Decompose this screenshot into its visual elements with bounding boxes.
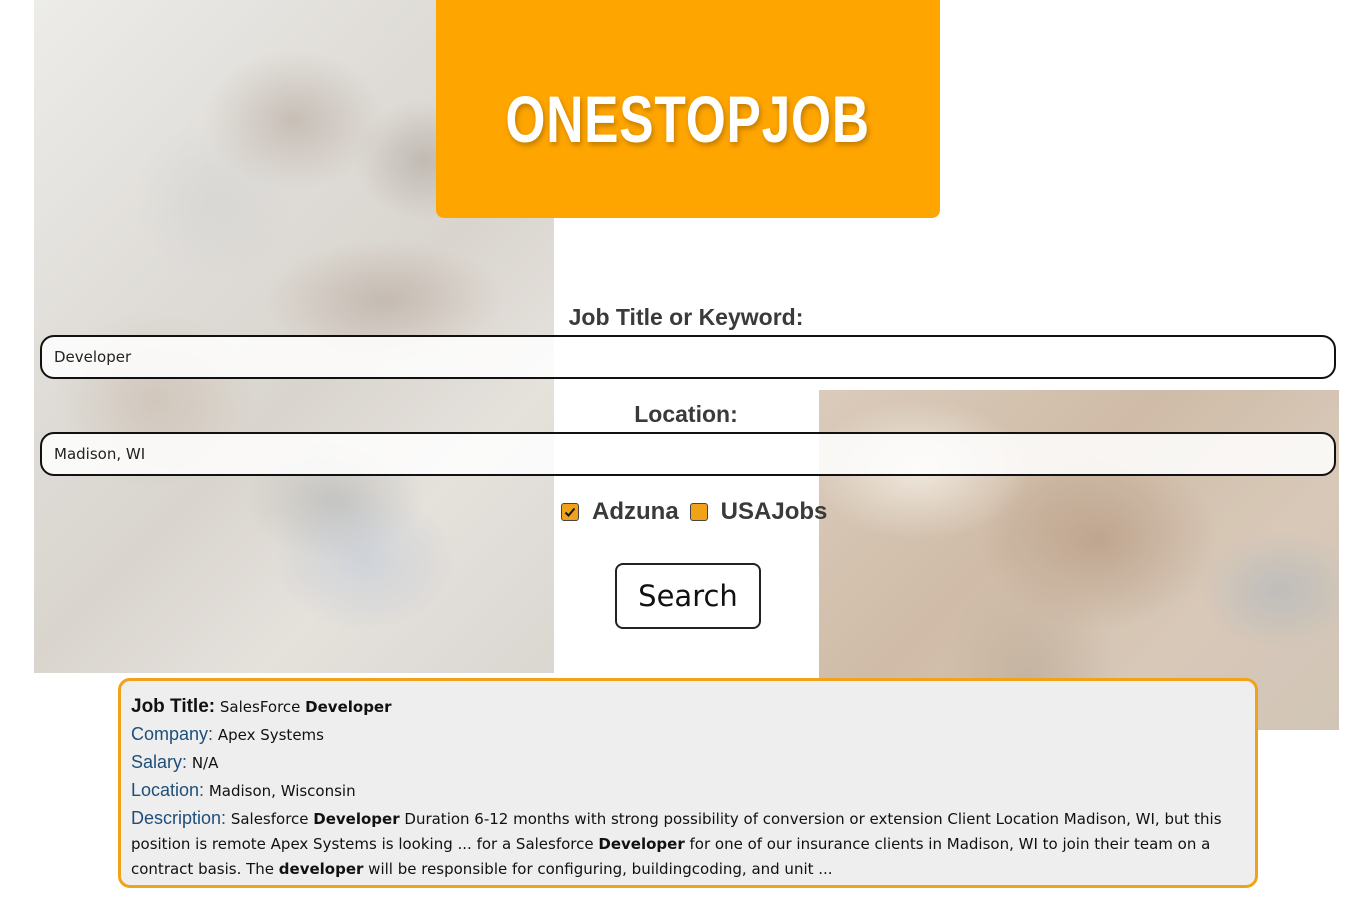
description-row: Description: Salesforce Developer Durati…: [131, 806, 1245, 882]
source-options: Adzuna USAJobs: [561, 498, 838, 526]
adzuna-label[interactable]: Adzuna: [592, 498, 679, 526]
search-button[interactable]: Search: [615, 563, 761, 629]
description-text: will be responsible for configuring, bui…: [363, 860, 833, 878]
job-title-row: Job Title: SalesForce Developer: [131, 695, 1245, 719]
description-key: Description:: [131, 808, 227, 828]
adzuna-checkbox[interactable]: [561, 503, 579, 521]
company-key: Company:: [131, 724, 214, 744]
job-title-text: SalesForce: [219, 698, 306, 716]
description-text: Salesforce: [226, 810, 314, 828]
salary-key: Salary:: [131, 752, 188, 772]
usajobs-checkbox[interactable]: [689, 503, 708, 521]
description-highlight: Developer: [598, 835, 685, 853]
job-title-value: SalesForce Developer: [220, 698, 392, 716]
salary-value: N/A: [191, 754, 219, 772]
usajobs-label[interactable]: USAJobs: [721, 498, 828, 526]
job-result-card[interactable]: Job Title: SalesForce Developer Company:…: [118, 678, 1258, 888]
job-title-label: Job Title or Keyword:: [568, 304, 804, 330]
location-key: Location:: [131, 780, 205, 800]
salary-row: Salary: N/A: [131, 750, 1245, 775]
location-value: Madison, Wisconsin: [208, 782, 356, 800]
brand-header: ONESTOPJOB: [436, 0, 940, 218]
location-label: Location:: [634, 401, 738, 427]
location-row: Location: Madison, Wisconsin: [131, 778, 1245, 803]
description-highlight: Developer: [313, 810, 400, 828]
job-title-highlight: Developer: [305, 698, 392, 716]
job-title-key: Job Title:: [131, 696, 216, 717]
checkmark-icon: [564, 507, 576, 517]
job-title-input[interactable]: [40, 335, 1336, 379]
description-highlight: developer: [278, 860, 364, 878]
location-input[interactable]: [40, 432, 1336, 476]
company-row: Company: Apex Systems: [131, 722, 1245, 747]
company-value: Apex Systems: [217, 726, 324, 744]
brand-title: ONESTOPJOB: [505, 82, 871, 156]
